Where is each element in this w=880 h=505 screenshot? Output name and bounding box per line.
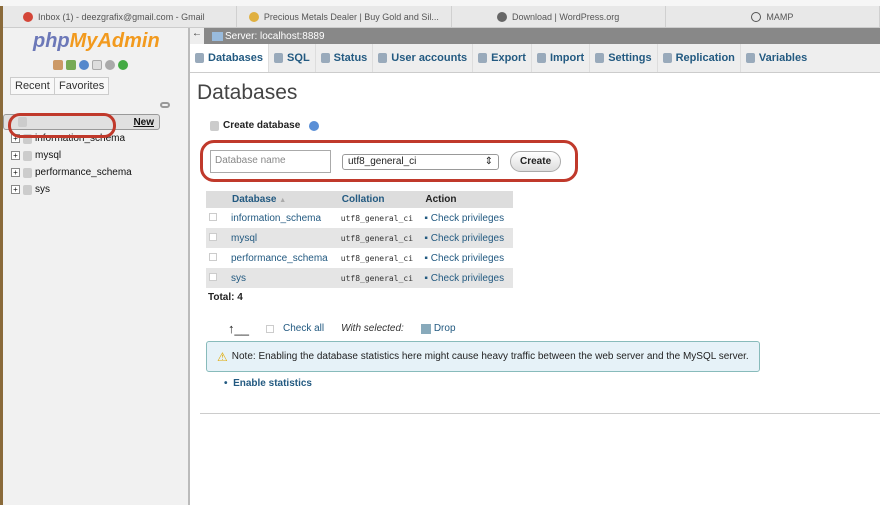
phpmyadmin-logo[interactable]: phpMyAdmin xyxy=(33,30,160,53)
table-row: mysql utf8_general_ci ▪ Check privileges xyxy=(206,228,513,248)
check-privileges-link[interactable]: ▪ Check privileges xyxy=(421,228,513,248)
main-content: ← Server: localhost:8889 Databases SQL St… xyxy=(190,28,880,505)
note-box: ⚠ Note: Enabling the database statistics … xyxy=(206,341,760,372)
sql-icon xyxy=(274,53,284,63)
main-nav: Databases SQL Status User accounts Expor… xyxy=(190,44,880,73)
tab-sql[interactable]: SQL xyxy=(269,44,316,72)
highlight-new xyxy=(8,113,116,138)
tab-import[interactable]: Import xyxy=(532,44,591,72)
database-link[interactable]: performance_schema xyxy=(228,248,338,268)
databases-table: Database ▲ Collation Action information_sc… xyxy=(206,191,513,288)
tree-item-sys[interactable]: + sys xyxy=(3,181,188,198)
bulk-actions: ↑__ Check all With selected: Drop xyxy=(228,321,456,336)
new-db-icon xyxy=(210,120,219,131)
help-icon[interactable] xyxy=(79,60,89,70)
logout-icon[interactable] xyxy=(66,60,76,70)
drop-button[interactable]: Drop xyxy=(434,323,456,334)
reload-icon[interactable] xyxy=(118,60,128,70)
table-row: information_schema utf8_general_ci ▪ Check… xyxy=(206,208,513,228)
status-icon xyxy=(320,53,330,63)
page-title: Databases xyxy=(197,81,298,104)
total-count: Total: 4 xyxy=(208,292,243,303)
gmail-icon xyxy=(23,11,33,22)
tree-item-mysql[interactable]: + mysql xyxy=(3,147,188,164)
help-icon[interactable] xyxy=(309,120,320,131)
browser-tab-mamp[interactable]: MAMP xyxy=(666,6,880,27)
coins-icon xyxy=(248,11,259,22)
check-privileges-link[interactable]: ▪ Check privileges xyxy=(421,248,513,268)
tab-variables[interactable]: Variables xyxy=(741,44,812,72)
header-action: Action xyxy=(421,191,513,208)
drop-icon xyxy=(420,323,431,334)
tab-user-accounts[interactable]: User accounts xyxy=(373,44,474,72)
check-all-checkbox[interactable] xyxy=(265,324,274,333)
tree-item-performance-schema[interactable]: + performance_schema xyxy=(3,164,188,181)
tab-export[interactable]: Export xyxy=(473,44,532,72)
divider xyxy=(200,413,880,414)
import-icon xyxy=(536,53,546,63)
row-checkbox[interactable] xyxy=(209,212,217,221)
database-icon xyxy=(195,53,204,63)
create-database-heading: Create database xyxy=(210,120,320,131)
mamp-icon xyxy=(751,11,762,22)
enable-statistics-link[interactable]: • Enable statistics xyxy=(224,378,312,389)
table-row: sys utf8_general_ci ▪ Check privileges xyxy=(206,268,513,288)
row-checkbox[interactable] xyxy=(209,252,217,261)
docs-icon[interactable] xyxy=(92,60,102,70)
header-collation[interactable]: Collation xyxy=(337,191,422,208)
expand-icon[interactable]: + xyxy=(11,168,20,177)
server-icon xyxy=(212,31,223,41)
database-icon xyxy=(23,167,32,178)
expand-icon[interactable]: + xyxy=(11,151,20,160)
row-checkbox[interactable] xyxy=(209,272,217,281)
gear-icon[interactable] xyxy=(105,60,115,70)
table-row: performance_schema utf8_general_ci ▪ Check… xyxy=(206,248,513,268)
check-all-label[interactable]: Check all xyxy=(283,323,324,334)
database-link[interactable]: information_schema xyxy=(228,208,338,228)
replication-icon xyxy=(662,53,672,63)
collapse-arrow-icon[interactable]: ← xyxy=(190,28,204,44)
database-link[interactable]: mysql xyxy=(228,228,338,248)
users-icon xyxy=(378,53,388,63)
wrench-icon xyxy=(595,53,605,63)
database-link[interactable]: sys xyxy=(228,268,338,288)
check-privileges-link[interactable]: ▪ Check privileges xyxy=(421,208,513,228)
sidebar-icons xyxy=(53,60,128,70)
header-database[interactable]: Database ▲ xyxy=(228,191,338,208)
sort-asc-icon: ▲ xyxy=(279,197,287,204)
recent-button[interactable]: Recent xyxy=(10,77,55,95)
tab-databases[interactable]: Databases xyxy=(190,44,270,72)
row-checkbox[interactable] xyxy=(209,232,217,241)
check-privileges-link[interactable]: ▪ Check privileges xyxy=(421,268,513,288)
server-breadcrumb: ← Server: localhost:8889 xyxy=(190,28,880,44)
database-icon xyxy=(23,184,32,195)
browser-tab-gmail[interactable]: Inbox (1) - deezgrafix@gmail.com - Gmail xyxy=(3,6,238,27)
browser-tab-wordpress[interactable]: Download | WordPress.org xyxy=(452,6,666,27)
tab-replication[interactable]: Replication xyxy=(658,44,741,72)
highlight-create-form xyxy=(200,140,578,182)
tab-status[interactable]: Status xyxy=(316,44,374,72)
link-icon[interactable] xyxy=(160,102,170,108)
expand-icon[interactable]: + xyxy=(11,185,20,194)
browser-tab-metals[interactable]: Precious Metals Dealer | Buy Gold and Si… xyxy=(237,6,452,27)
variables-icon xyxy=(745,53,755,63)
home-icon[interactable] xyxy=(53,60,63,70)
warning-icon: ⚠ xyxy=(217,349,228,364)
browser-tab-bar: Inbox (1) - deezgrafix@gmail.com - Gmail… xyxy=(3,6,880,28)
favorites-button[interactable]: Favorites xyxy=(54,77,110,95)
tab-settings[interactable]: Settings xyxy=(590,44,658,72)
database-icon xyxy=(23,150,32,161)
wordpress-icon xyxy=(497,11,508,22)
export-icon xyxy=(478,53,488,63)
sidebar: phpMyAdmin Recent Favorites New + informa… xyxy=(3,28,190,505)
arrow-up-icon: ↑__ xyxy=(228,321,249,336)
